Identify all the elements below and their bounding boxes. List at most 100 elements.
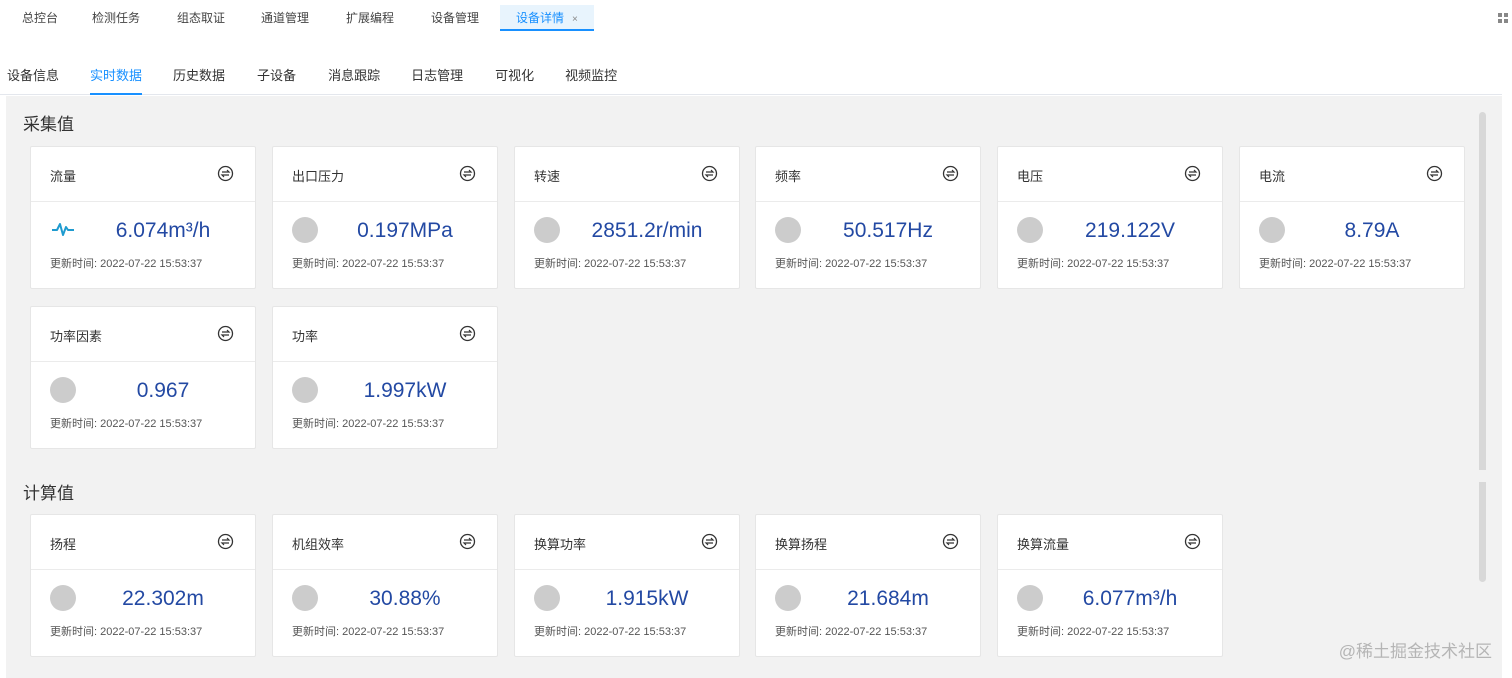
data-card: 电流 8.79A 更新时间: 2022-07-22 15:53:37 <box>1239 146 1465 289</box>
card-update-time: 更新时间: 2022-07-22 15:53:37 <box>1017 626 1170 638</box>
watermark: @稀土掘金技术社区 <box>1338 642 1492 661</box>
tab-label: 视频监控 <box>565 68 618 83</box>
data-card: 功率 1.997kW 更新时间: 2022-07-22 15:53:37 <box>272 306 498 449</box>
card-header: 电压 <box>998 147 1222 202</box>
swap-icon[interactable] <box>1184 533 1201 550</box>
card-value: 6.077m³/h <box>1082 587 1178 610</box>
close-icon[interactable]: × <box>572 14 578 25</box>
card-body: 0.197MPa 更新时间: 2022-07-22 15:53:37 <box>273 202 497 289</box>
swap-icon[interactable] <box>459 325 476 342</box>
card-value: 0.197MPa <box>357 219 453 242</box>
data-card: 电压 219.122V 更新时间: 2022-07-22 15:53:37 <box>997 146 1223 289</box>
card-value: 219.122V <box>1085 219 1175 242</box>
card-label: 电流 <box>1259 169 1286 184</box>
tab-realtime-data[interactable]: 实时数据 <box>90 58 143 95</box>
section-title-collected: 采集值 <box>23 115 74 134</box>
card-label: 扬程 <box>50 537 77 552</box>
swap-icon[interactable] <box>701 165 718 182</box>
top-tab-label: 检测任务 <box>92 11 141 25</box>
card-update-time: 更新时间: 2022-07-22 15:53:37 <box>1259 258 1412 270</box>
top-tab-inspection[interactable]: 检测任务 <box>92 5 177 31</box>
swap-icon[interactable] <box>701 533 718 550</box>
card-body: 21.684m 更新时间: 2022-07-22 15:53:37 <box>756 570 980 657</box>
data-card: 流量 6.074m³/h 更新时间: 2022-07-22 15:53:37 <box>30 146 256 289</box>
card-update-time: 更新时间: 2022-07-22 15:53:37 <box>50 418 203 430</box>
card-body: 6.077m³/h 更新时间: 2022-07-22 15:53:37 <box>998 570 1222 657</box>
card-update-time: 更新时间: 2022-07-22 15:53:37 <box>292 418 445 430</box>
tab-label: 日志管理 <box>411 68 464 83</box>
tab-log-mgmt[interactable]: 日志管理 <box>411 58 463 95</box>
scrollbar[interactable] <box>1479 112 1486 582</box>
top-tab-channel[interactable]: 通道管理 <box>261 5 346 31</box>
tab-history-data[interactable]: 历史数据 <box>173 58 225 95</box>
card-header: 扬程 <box>31 515 255 570</box>
swap-icon[interactable] <box>942 533 959 550</box>
card-value: 1.915kW <box>605 587 689 610</box>
card-body: 50.517Hz 更新时间: 2022-07-22 15:53:37 <box>756 202 980 289</box>
card-header: 电流 <box>1240 147 1464 202</box>
tab-sub-device[interactable]: 子设备 <box>257 58 296 95</box>
swap-icon[interactable] <box>217 165 234 182</box>
card-value: 50.517Hz <box>843 219 933 242</box>
swap-icon[interactable] <box>459 533 476 550</box>
top-tab-label: 通道管理 <box>261 11 310 25</box>
tab-device-info[interactable]: 设备信息 <box>7 58 59 95</box>
card-value: 30.88% <box>369 587 441 610</box>
card-body: 1.915kW 更新时间: 2022-07-22 15:53:37 <box>515 570 739 657</box>
card-label: 出口压力 <box>292 169 345 184</box>
card-header: 换算流量 <box>998 515 1222 570</box>
swap-icon[interactable] <box>942 165 959 182</box>
card-label: 转速 <box>534 169 561 184</box>
card-value: 1.997kW <box>363 379 447 402</box>
tab-label: 可视化 <box>495 68 535 83</box>
swap-icon[interactable] <box>217 325 234 342</box>
top-tab-label: 总控台 <box>22 11 59 25</box>
card-body: 22.302m 更新时间: 2022-07-22 15:53:37 <box>31 570 255 657</box>
realtime-panel: 采集值 计算值 流量 6.074m³/h 更新时间: 2022-07-22 15:5… <box>6 96 1502 678</box>
card-label: 换算扬程 <box>775 537 828 552</box>
data-card: 扬程 22.302m 更新时间: 2022-07-22 15:53:37 <box>30 514 256 657</box>
tab-video-monitor[interactable]: 视频监控 <box>565 58 617 95</box>
card-label: 频率 <box>775 169 802 184</box>
top-tab-label: 设备详情 <box>516 11 565 25</box>
top-tab-programming[interactable]: 扩展编程 <box>346 5 431 31</box>
top-tab-device-detail[interactable]: 设备详情 × <box>500 5 594 31</box>
card-value: 0.967 <box>136 379 190 402</box>
section-title-computed: 计算值 <box>23 484 74 503</box>
tab-label: 实时数据 <box>90 68 143 83</box>
scrollbar-gap <box>1479 470 1486 482</box>
top-tab-dashboard[interactable]: 总控台 <box>22 5 92 31</box>
card-header: 换算扬程 <box>756 515 980 570</box>
card-value: 6.074m³/h <box>115 219 211 242</box>
card-update-time: 更新时间: 2022-07-22 15:53:37 <box>50 258 203 270</box>
top-tab-device-mgmt[interactable]: 设备管理 <box>431 5 500 31</box>
card-update-time: 更新时间: 2022-07-22 15:53:37 <box>534 626 687 638</box>
data-card: 功率因素 0.967 更新时间: 2022-07-22 15:53:37 <box>30 306 256 449</box>
top-tab-config[interactable]: 组态取证 <box>177 5 261 31</box>
card-body: 219.122V 更新时间: 2022-07-22 15:53:37 <box>998 202 1222 289</box>
data-card: 机组效率 30.88% 更新时间: 2022-07-22 15:53:37 <box>272 514 498 657</box>
swap-icon[interactable] <box>217 533 234 550</box>
top-tab-label: 扩展编程 <box>346 11 395 25</box>
card-value: 8.79A <box>1344 219 1400 242</box>
sub-tab-bar: 设备信息 实时数据 历史数据 子设备 消息跟踪 日志管理 可视化 视频监控 <box>0 58 1502 95</box>
swap-icon[interactable] <box>1184 165 1201 182</box>
card-body: 6.074m³/h 更新时间: 2022-07-22 15:53:37 <box>31 202 255 289</box>
tab-visualization[interactable]: 可视化 <box>495 58 534 95</box>
swap-icon[interactable] <box>1426 165 1443 182</box>
swap-icon[interactable] <box>459 165 476 182</box>
card-update-time: 更新时间: 2022-07-22 15:53:37 <box>1017 258 1170 270</box>
data-card: 频率 50.517Hz 更新时间: 2022-07-22 15:53:37 <box>755 146 981 289</box>
top-tab-label: 设备管理 <box>431 11 480 25</box>
card-update-time: 更新时间: 2022-07-22 15:53:37 <box>292 258 445 270</box>
data-card: 换算功率 1.915kW 更新时间: 2022-07-22 15:53:37 <box>514 514 740 657</box>
card-label: 功率 <box>292 329 319 344</box>
card-header: 换算功率 <box>515 515 739 570</box>
card-value: 22.302m <box>122 587 204 610</box>
grid-menu-icon[interactable] <box>1498 13 1508 23</box>
card-label: 换算流量 <box>1017 537 1070 552</box>
card-header: 功率 <box>273 307 497 362</box>
tab-message-trace[interactable]: 消息跟踪 <box>328 58 380 95</box>
card-header: 转速 <box>515 147 739 202</box>
card-label: 流量 <box>50 169 77 184</box>
